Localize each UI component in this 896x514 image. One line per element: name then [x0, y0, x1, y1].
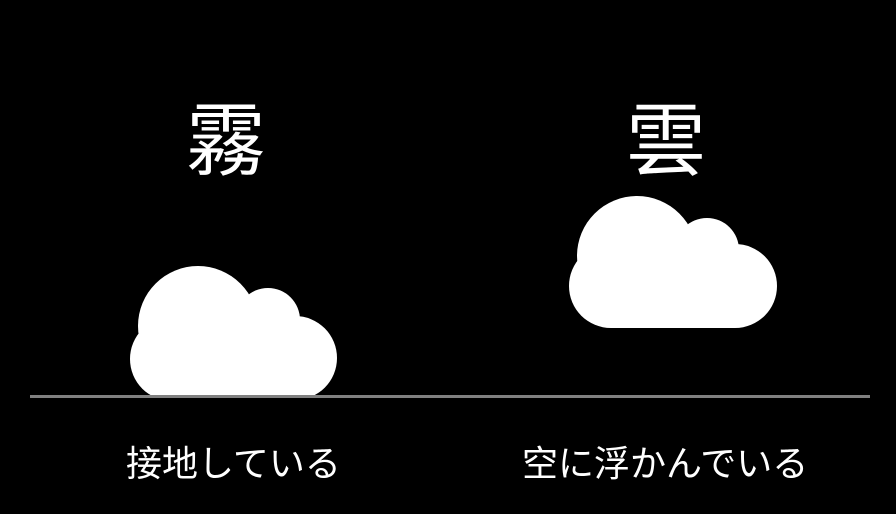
fog-caption: 接地している: [126, 444, 341, 485]
cloud-panel: 雲 空に浮かんでいる: [448, 0, 896, 514]
ground-line: [30, 395, 870, 398]
fog-panel: 霧 接地している: [0, 0, 448, 514]
fog-cloud-icon: [130, 266, 337, 398]
cloud-title: 雲: [626, 95, 706, 188]
fog-title: 霧: [186, 95, 266, 188]
floating-cloud-icon: [569, 196, 777, 328]
cloud-caption: 空に浮かんでいる: [522, 444, 809, 485]
